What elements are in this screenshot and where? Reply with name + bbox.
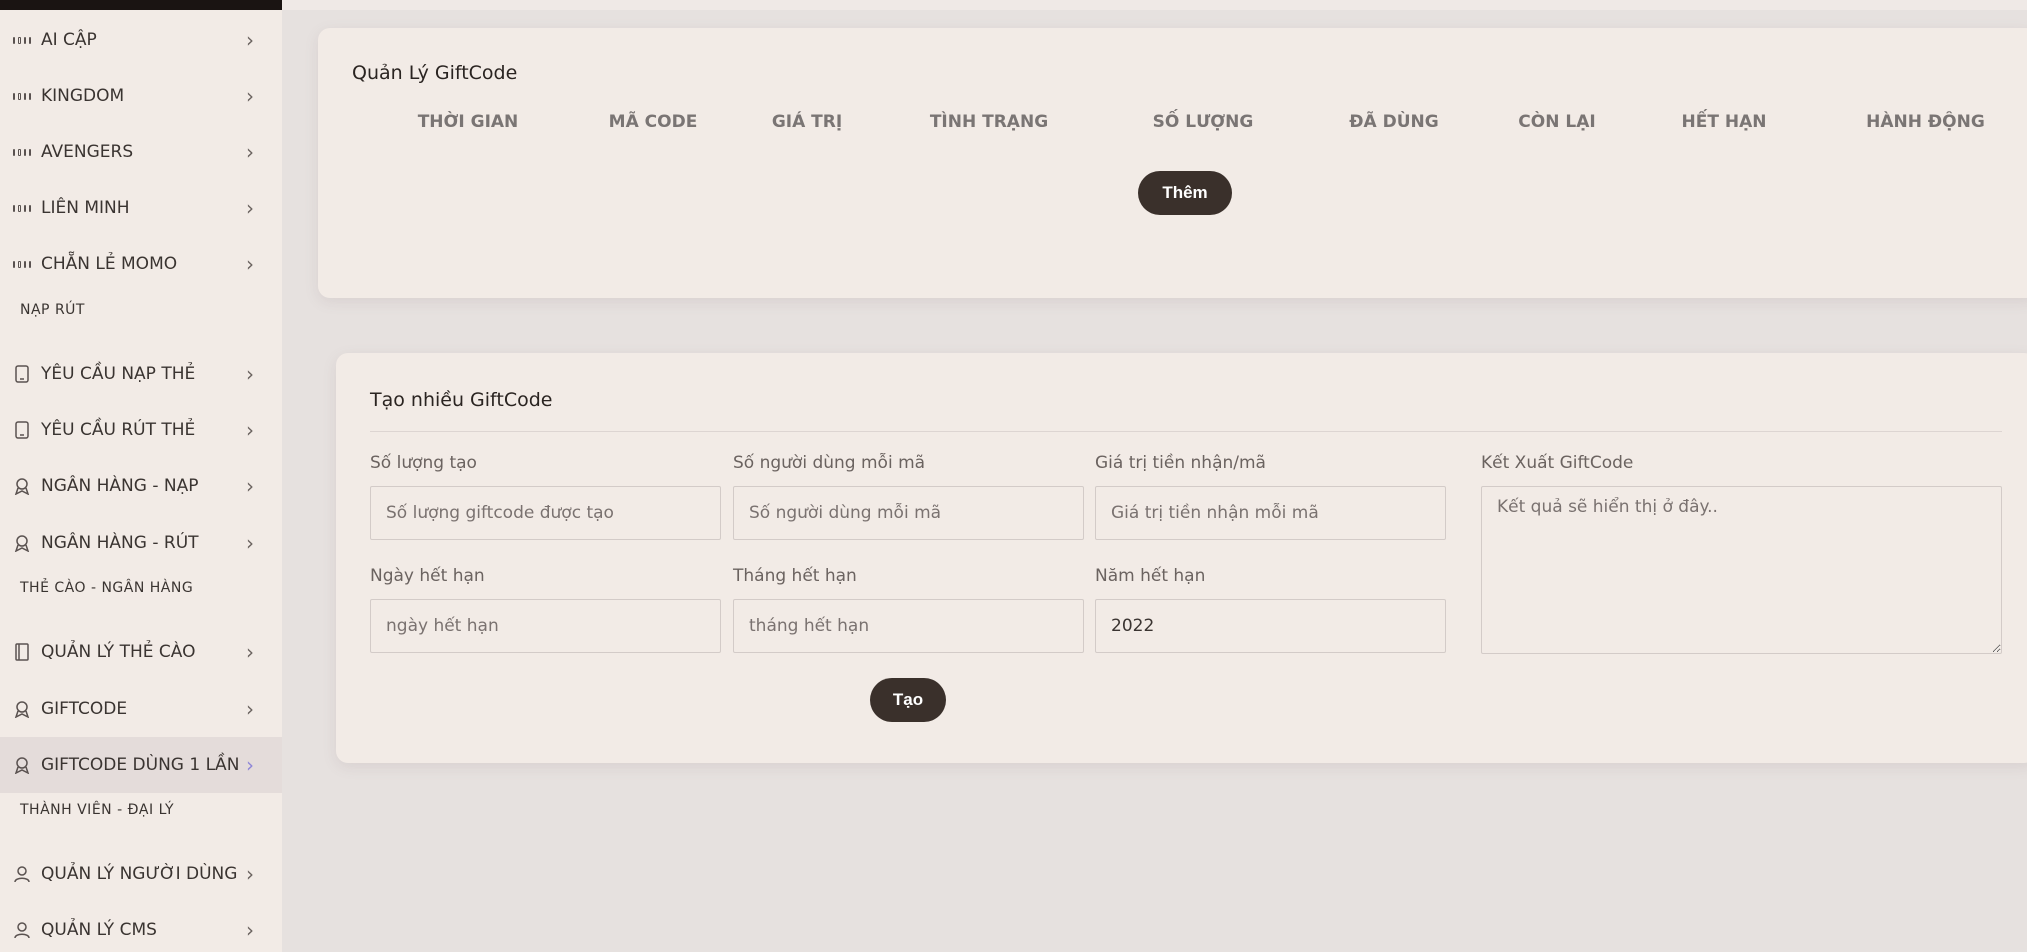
chevron-right-icon: ›: [246, 640, 254, 664]
chevron-right-icon: ›: [246, 84, 254, 108]
divider: [370, 431, 2002, 432]
chevron-right-icon: ›: [246, 862, 254, 886]
sidebar-item-ai-cap[interactable]: AI CẬP ›: [0, 12, 282, 68]
export-label: Kết Xuất GiftCode: [1481, 453, 1634, 473]
create-giftcode-card: Tạo nhiều GiftCode Số lượng tạo Số người…: [336, 353, 2027, 763]
sidebar-item-lien-minh[interactable]: LIÊN MINH ›: [0, 180, 282, 236]
tablet-icon: [13, 365, 31, 383]
sidebar-item-giftcode[interactable]: GIFTCODE ›: [0, 681, 282, 737]
chevron-right-icon: ›: [246, 531, 254, 555]
quantity-input[interactable]: [370, 486, 721, 540]
column-header: CÒN LẠI: [1518, 112, 1596, 132]
column-header: THỜI GIAN: [417, 112, 519, 132]
sidebar-item-label: GIFTCODE: [41, 699, 128, 719]
tablet-icon: [13, 421, 31, 439]
grid-icon: [13, 31, 31, 49]
sidebar-item-ngan-hang-nap[interactable]: NGÂN HÀNG - NẠP ›: [0, 458, 282, 514]
expiry-day-label: Ngày hết hạn: [370, 566, 485, 586]
sidebar-item-label: NGÂN HÀNG - NẠP: [41, 476, 199, 496]
sidebar: AI CẬP › KINGDOM › AVENGERS › LIÊN MINH …: [0, 0, 282, 952]
expiry-month-input[interactable]: [733, 599, 1084, 653]
users-per-code-input[interactable]: [733, 486, 1084, 540]
expiry-year-input[interactable]: [1095, 599, 1446, 653]
users-per-code-label: Số người dùng mỗi mã: [733, 453, 926, 473]
sidebar-item-label: YÊU CẦU NẠP THẺ: [41, 364, 196, 384]
export-output-textarea[interactable]: [1481, 486, 2002, 654]
sidebar-item-label: LIÊN MINH: [41, 198, 130, 218]
sidebar-item-kingdom[interactable]: KINGDOM ›: [0, 68, 282, 124]
chevron-right-icon: ›: [246, 918, 254, 942]
sidebar-item-label: QUẢN LÝ NGƯỜI DÙNG: [41, 864, 238, 884]
column-header: SỐ LƯỢNG: [1152, 112, 1254, 132]
column-header: MÃ CODE: [608, 112, 698, 132]
award-icon: [13, 700, 31, 718]
quantity-label: Số lượng tạo: [370, 453, 477, 473]
award-icon: [13, 477, 31, 495]
column-header: HẾT HẠN: [1681, 112, 1767, 132]
chevron-right-icon: ›: [246, 753, 254, 777]
user-icon: [13, 865, 31, 883]
grid-icon: [13, 255, 31, 273]
sidebar-item-label: YÊU CẦU RÚT THẺ: [41, 420, 196, 440]
value-per-code-label: Giá trị tiền nhận/mã: [1095, 453, 1266, 473]
sidebar-item-giftcode-dung-1-lan[interactable]: GIFTCODE DÙNG 1 LẦN ›: [0, 737, 282, 793]
sidebar-item-yeu-cau-nap-the[interactable]: YÊU CẦU NẠP THẺ ›: [0, 346, 282, 402]
chevron-right-icon: ›: [246, 196, 254, 220]
giftcode-manager-card: Quản Lý GiftCode THỜI GIAN MÃ CODE GIÁ T…: [318, 28, 2027, 298]
sidebar-item-yeu-cau-rut-the[interactable]: YÊU CẦU RÚT THẺ ›: [0, 402, 282, 458]
value-per-code-input[interactable]: [1095, 486, 1446, 540]
book-icon: [13, 643, 31, 661]
sidebar-item-quan-ly-cms[interactable]: QUẢN LÝ CMS ›: [0, 902, 282, 952]
sidebar-item-label: KINGDOM: [41, 86, 125, 106]
sidebar-item-label: AI CẬP: [41, 30, 97, 50]
grid-icon: [13, 199, 31, 217]
chevron-right-icon: ›: [246, 362, 254, 386]
create-button[interactable]: Tạo: [870, 678, 946, 722]
grid-icon: [13, 143, 31, 161]
column-header: GIÁ TRỊ: [771, 112, 843, 132]
column-header: ĐÃ DÙNG: [1349, 112, 1439, 132]
sidebar-section-thanh-vien-dai-ly: THÀNH VIÊN - ĐẠI LÝ: [20, 802, 175, 818]
add-button[interactable]: Thêm: [1138, 171, 1232, 215]
sidebar-item-label: GIFTCODE DÙNG 1 LẦN: [41, 755, 240, 775]
chevron-right-icon: ›: [246, 474, 254, 498]
chevron-right-icon: ›: [246, 28, 254, 52]
sidebar-item-avengers[interactable]: AVENGERS ›: [0, 124, 282, 180]
sidebar-item-ngan-hang-rut[interactable]: NGÂN HÀNG - RÚT ›: [0, 515, 282, 571]
sidebar-section-the-cao-ngan-hang: THẺ CÀO - NGÂN HÀNG: [20, 580, 194, 596]
sidebar-item-label: QUẢN LÝ CMS: [41, 920, 157, 940]
column-header: HÀNH ĐỘNG: [1866, 112, 1985, 132]
sidebar-item-quan-ly-the-cao[interactable]: QUẢN LÝ THẺ CÀO ›: [0, 624, 282, 680]
sidebar-item-chan-le-momo[interactable]: CHẴN LẺ MOMO ›: [0, 236, 282, 292]
grid-icon: [13, 87, 31, 105]
sidebar-section-nap-rut: NẠP RÚT: [20, 302, 85, 318]
chevron-right-icon: ›: [246, 418, 254, 442]
top-bar: [282, 0, 2027, 10]
expiry-month-label: Tháng hết hạn: [733, 566, 857, 586]
sidebar-item-label: AVENGERS: [41, 142, 134, 162]
award-icon: [13, 534, 31, 552]
column-header: TÌNH TRẠNG: [929, 112, 1049, 132]
award-icon: [13, 756, 31, 774]
expiry-day-input[interactable]: [370, 599, 721, 653]
sidebar-item-label: QUẢN LÝ THẺ CÀO: [41, 642, 196, 662]
chevron-right-icon: ›: [246, 697, 254, 721]
user-icon: [13, 921, 31, 939]
sidebar-item-label: CHẴN LẺ MOMO: [41, 254, 178, 274]
giftcode-manager-title: Quản Lý GiftCode: [352, 62, 518, 84]
expiry-year-label: Năm hết hạn: [1095, 566, 1206, 586]
create-giftcode-title: Tạo nhiều GiftCode: [370, 389, 553, 411]
chevron-right-icon: ›: [246, 252, 254, 276]
sidebar-item-label: NGÂN HÀNG - RÚT: [41, 533, 199, 553]
sidebar-item-quan-ly-nguoi-dung[interactable]: QUẢN LÝ NGƯỜI DÙNG ›: [0, 846, 282, 902]
chevron-right-icon: ›: [246, 140, 254, 164]
